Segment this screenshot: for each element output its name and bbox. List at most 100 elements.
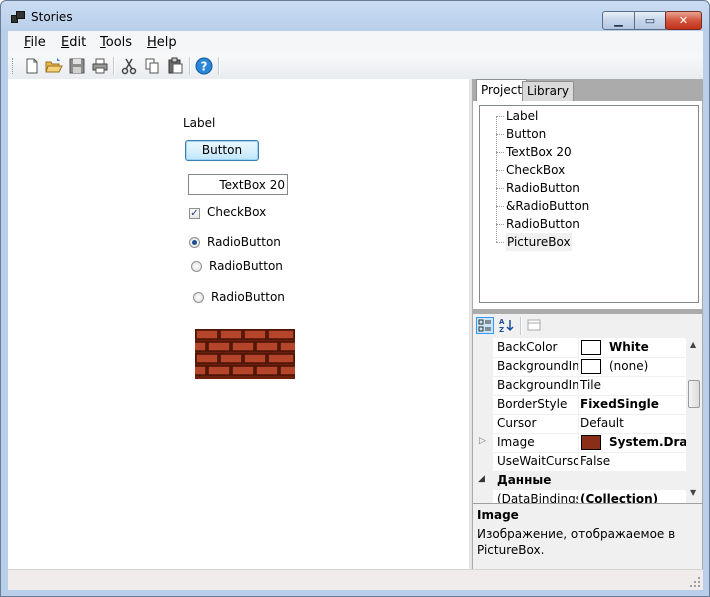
toolbar-separator bbox=[189, 57, 191, 75]
property-value-text: System.Drawi bbox=[609, 435, 686, 449]
cut-icon[interactable] bbox=[120, 57, 138, 75]
scroll-down-icon[interactable]: ▼ bbox=[690, 488, 696, 497]
minimize-button[interactable]: ▁ bbox=[602, 11, 635, 30]
property-value[interactable]: Tile bbox=[580, 376, 686, 395]
scroll-up-icon[interactable]: ▲ bbox=[690, 340, 696, 349]
property-row[interactable]: BorderStyle FixedSingle bbox=[473, 395, 686, 415]
sample-radio-3-label[interactable]: RadioButton bbox=[211, 290, 285, 304]
svg-text:A: A bbox=[499, 318, 505, 326]
brick-image bbox=[195, 329, 295, 379]
client-area: File Edit Tools Help ? Label Button Text… bbox=[8, 31, 703, 590]
property-value[interactable]: (none) bbox=[580, 357, 686, 376]
sample-checkbox[interactable]: ✓ bbox=[189, 208, 200, 219]
property-toolbar: AZ bbox=[473, 314, 702, 338]
property-pages-icon[interactable] bbox=[526, 317, 544, 334]
svg-text:?: ? bbox=[201, 60, 208, 74]
menu-edit[interactable]: Edit bbox=[61, 35, 86, 50]
toolbar-grip[interactable] bbox=[12, 58, 16, 74]
alphabetical-icon[interactable]: AZ bbox=[498, 317, 516, 334]
minimize-icon: ▁ bbox=[614, 14, 623, 27]
menu-tools[interactable]: Tools bbox=[100, 35, 132, 50]
property-name: UseWaitCursor bbox=[497, 452, 579, 471]
property-row[interactable]: BackColor White bbox=[473, 338, 686, 358]
svg-text:Z: Z bbox=[499, 326, 504, 334]
property-value[interactable]: (Collection) bbox=[580, 490, 686, 503]
toolbar-separator bbox=[113, 57, 115, 75]
sample-picturebox[interactable] bbox=[195, 329, 295, 379]
property-value-text: (none) bbox=[609, 359, 649, 373]
project-tree[interactable]: Label Button TextBox 20 CheckBox RadioBu… bbox=[479, 105, 699, 303]
menu-edit-label: dit bbox=[69, 35, 87, 50]
tree-item[interactable]: RadioButton bbox=[506, 179, 580, 197]
menu-bar: File Edit Tools Help bbox=[8, 31, 703, 53]
tree-connector bbox=[496, 152, 504, 153]
tree-connector bbox=[496, 242, 504, 243]
tree-item[interactable]: RadioButton bbox=[506, 215, 580, 233]
scroll-thumb[interactable] bbox=[688, 380, 700, 408]
property-row[interactable]: BackgroundIm Tile bbox=[473, 376, 686, 396]
menu-help[interactable]: Help bbox=[147, 35, 177, 50]
menu-help-label: elp bbox=[156, 35, 177, 50]
maximize-button[interactable]: ▭ bbox=[634, 11, 666, 30]
tree-item[interactable]: Button bbox=[506, 125, 546, 143]
property-row[interactable]: ▷ Image System.Drawi bbox=[473, 433, 686, 453]
property-grid: AZ BackColor White BackgroundIm (none) B… bbox=[473, 314, 702, 570]
menu-file[interactable]: File bbox=[24, 35, 46, 50]
design-surface[interactable]: Label Button TextBox 20 ✓ CheckBox Radio… bbox=[8, 79, 469, 569]
sample-radio-1-label[interactable]: RadioButton bbox=[207, 235, 281, 249]
property-value[interactable]: FixedSingle bbox=[580, 395, 686, 414]
property-name: (DataBindings) bbox=[497, 490, 579, 503]
property-scrollbar[interactable]: ▲ ▼ bbox=[686, 338, 702, 503]
tree-item[interactable]: Label bbox=[506, 107, 538, 125]
size-grip-icon[interactable] bbox=[689, 576, 701, 588]
property-row[interactable]: Cursor Default bbox=[473, 414, 686, 434]
property-category[interactable]: ◢ Данные bbox=[473, 471, 686, 490]
sample-radio-2[interactable] bbox=[191, 261, 202, 272]
property-toolbar-separator bbox=[520, 317, 522, 335]
sample-button[interactable]: Button bbox=[185, 140, 259, 161]
expand-icon[interactable]: ▷ bbox=[479, 436, 486, 446]
property-row[interactable]: BackgroundIm (none) bbox=[473, 357, 686, 377]
property-value[interactable]: False bbox=[580, 452, 686, 471]
color-swatch bbox=[581, 340, 601, 355]
categorized-icon[interactable] bbox=[476, 317, 494, 334]
tree-item[interactable]: &RadioButton bbox=[506, 197, 589, 215]
property-list[interactable]: BackColor White BackgroundIm (none) Back… bbox=[473, 338, 702, 503]
sample-checkbox-label[interactable]: CheckBox bbox=[207, 205, 266, 219]
tab-project[interactable]: Project bbox=[476, 79, 528, 102]
tree-connector bbox=[496, 206, 504, 207]
menu-edit-accel: E bbox=[61, 35, 70, 50]
collapse-icon[interactable]: ◢ bbox=[478, 474, 485, 484]
app-icon bbox=[11, 11, 25, 23]
save-icon[interactable] bbox=[68, 57, 86, 75]
tree-item[interactable]: TextBox 20 bbox=[506, 143, 572, 161]
sample-radio-3[interactable] bbox=[193, 292, 204, 303]
property-value[interactable]: Default bbox=[580, 414, 686, 433]
tree-item-selected[interactable]: PictureBox bbox=[506, 233, 572, 251]
sample-textbox[interactable]: TextBox 20 bbox=[188, 174, 288, 195]
property-name: BackColor bbox=[497, 338, 579, 357]
sample-radio-2-label[interactable]: RadioButton bbox=[209, 259, 283, 273]
open-icon[interactable] bbox=[45, 57, 63, 75]
sample-radio-1[interactable] bbox=[189, 237, 200, 248]
toolbar-separator bbox=[218, 57, 220, 75]
tab-library[interactable]: Library bbox=[522, 81, 574, 101]
menu-file-label: ile bbox=[30, 35, 46, 50]
help-icon[interactable]: ? bbox=[195, 57, 213, 75]
property-name: BackgroundIm bbox=[497, 376, 579, 395]
paste-icon[interactable] bbox=[166, 57, 184, 75]
property-row[interactable]: UseWaitCursor False bbox=[473, 452, 686, 472]
help-description: Изображение, отображаемое в PictureBox. bbox=[477, 527, 676, 557]
new-icon[interactable] bbox=[23, 57, 41, 75]
maximize-icon: ▭ bbox=[644, 14, 656, 27]
tree-item[interactable]: CheckBox bbox=[506, 161, 565, 179]
property-value[interactable]: White bbox=[580, 338, 686, 357]
copy-icon[interactable] bbox=[143, 57, 161, 75]
sample-label[interactable]: Label bbox=[183, 116, 215, 130]
title-bar[interactable]: Stories ▁ ▭ ✕ bbox=[1, 1, 709, 31]
close-button[interactable]: ✕ bbox=[665, 11, 702, 30]
right-panel: Project Library Label Button TextBox 20 bbox=[472, 79, 703, 570]
property-value[interactable]: System.Drawi bbox=[580, 433, 686, 452]
property-row[interactable]: (DataBindings) (Collection) bbox=[473, 490, 686, 503]
print-icon[interactable] bbox=[91, 57, 109, 75]
